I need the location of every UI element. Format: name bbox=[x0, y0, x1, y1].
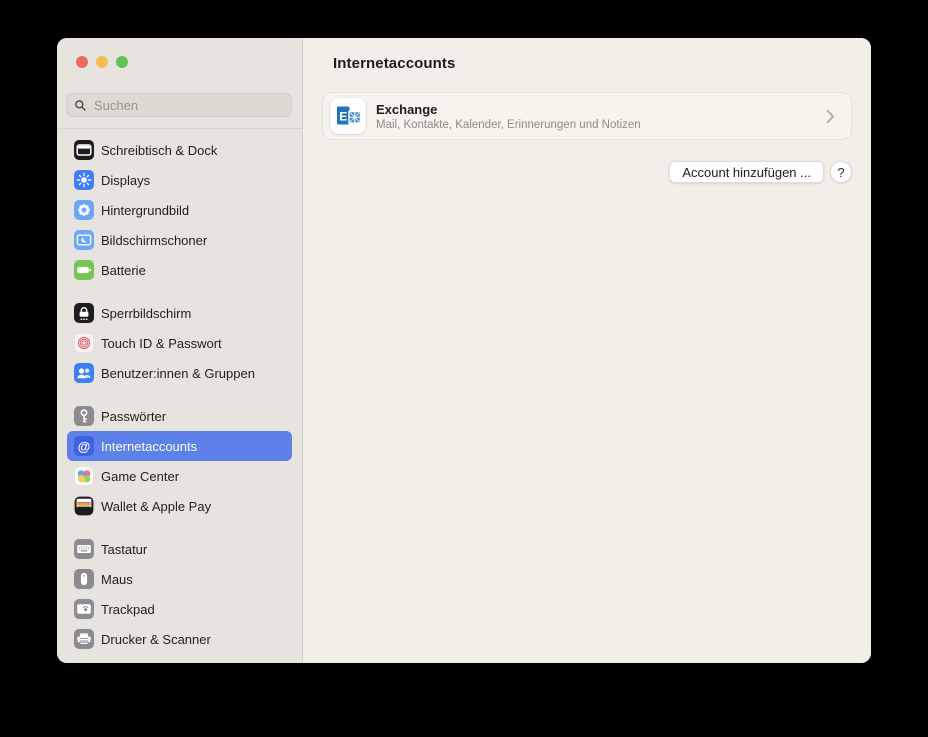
system-settings-window: Schreibtisch & Dock Displays Hintergrund… bbox=[57, 38, 871, 663]
wallet-icon bbox=[74, 496, 94, 516]
sidebar-item-bildschirmschoner[interactable]: Bildschirmschoner bbox=[67, 225, 292, 255]
page-title: Internetaccounts bbox=[333, 55, 456, 72]
account-row-exchange[interactable]: E Exchange Mail, Kontakte, Kalender, Eri… bbox=[322, 92, 852, 140]
account-name: Exchange bbox=[376, 101, 438, 117]
touch-id-icon bbox=[74, 333, 94, 353]
chevron-right-icon bbox=[826, 109, 835, 124]
account-text: Exchange Mail, Kontakte, Kalender, Erinn… bbox=[376, 102, 641, 131]
sidebar-item-label: Trackpad bbox=[101, 601, 155, 617]
printer-icon bbox=[74, 629, 94, 649]
at-glyph: @ bbox=[77, 438, 91, 454]
sidebar-item-label: Drucker & Scanner bbox=[101, 631, 211, 647]
sidebar-item-drucker-scanner[interactable]: Drucker & Scanner bbox=[67, 624, 292, 654]
sidebar-item-label: Bildschirmschoner bbox=[101, 232, 208, 248]
account-description: Mail, Kontakte, Kalender, Erinnerungen u… bbox=[376, 118, 641, 131]
sidebar-item-batterie[interactable]: Batterie bbox=[67, 255, 292, 285]
sidebar-item-label: Passwörter bbox=[101, 408, 167, 424]
sidebar-item-hintergrundbild[interactable]: Hintergrundbild bbox=[67, 195, 292, 225]
sidebar: Schreibtisch & Dock Displays Hintergrund… bbox=[57, 38, 303, 663]
sidebar-item-label: Wallet & Apple Pay bbox=[101, 498, 212, 514]
sidebar-item-label: Game Center bbox=[101, 468, 180, 484]
mouse-icon bbox=[74, 569, 94, 589]
sidebar-item-label: Internetaccounts bbox=[101, 438, 198, 454]
add-account-button[interactable]: Account hinzufügen ... bbox=[669, 161, 824, 183]
sidebar-item-label: Benutzer:innen & Gruppen bbox=[101, 365, 255, 381]
search-field[interactable] bbox=[66, 93, 292, 117]
sidebar-item-label: Displays bbox=[101, 172, 151, 188]
search-icon bbox=[75, 99, 86, 111]
keyboard-icon bbox=[74, 539, 94, 559]
exchange-logo-icon: E bbox=[330, 98, 366, 134]
zoom-button[interactable] bbox=[116, 56, 128, 68]
screensaver-icon bbox=[74, 230, 94, 250]
sidebar-item-tastatur[interactable]: Tastatur bbox=[67, 534, 292, 564]
game-center-icon bbox=[74, 466, 94, 486]
lock-screen-icon bbox=[74, 303, 94, 323]
sidebar-nav: Schreibtisch & Dock Displays Hintergrund… bbox=[57, 135, 302, 654]
close-button[interactable] bbox=[76, 56, 88, 68]
passwords-key-icon bbox=[74, 406, 94, 426]
battery-icon bbox=[74, 260, 94, 280]
sidebar-item-internetaccounts[interactable]: @ Internetaccounts bbox=[67, 431, 292, 461]
sidebar-divider bbox=[57, 128, 302, 129]
sidebar-item-sperrbildschirm[interactable]: Sperrbildschirm bbox=[67, 298, 292, 328]
minimize-button[interactable] bbox=[96, 56, 108, 68]
sidebar-item-label: Touch ID & Passwort bbox=[101, 335, 222, 351]
internet-accounts-at-icon: @ bbox=[74, 436, 94, 456]
search-input[interactable] bbox=[92, 96, 284, 114]
sidebar-item-label: Tastatur bbox=[101, 541, 148, 557]
sidebar-item-passwoerter[interactable]: Passwörter bbox=[67, 401, 292, 431]
sidebar-item-displays[interactable]: Displays bbox=[67, 165, 292, 195]
svg-text:E: E bbox=[339, 110, 347, 124]
sidebar-item-wallet-apple-pay[interactable]: Wallet & Apple Pay bbox=[67, 491, 292, 521]
users-groups-icon bbox=[74, 363, 94, 383]
trackpad-icon bbox=[74, 599, 94, 619]
desktop-dock-icon bbox=[74, 140, 94, 160]
displays-icon bbox=[74, 170, 94, 190]
sidebar-item-label: Batterie bbox=[101, 262, 146, 278]
sidebar-item-label: Maus bbox=[101, 571, 133, 587]
sidebar-item-trackpad[interactable]: Trackpad bbox=[67, 594, 292, 624]
sidebar-item-label: Hintergrundbild bbox=[101, 202, 190, 218]
window-controls bbox=[76, 56, 128, 68]
sidebar-item-touch-id[interactable]: Touch ID & Passwort bbox=[67, 328, 292, 358]
sidebar-item-schreibtisch-dock[interactable]: Schreibtisch & Dock bbox=[67, 135, 292, 165]
main-panel: Internetaccounts E Exchange Mail, Kontak… bbox=[303, 38, 871, 663]
wallpaper-icon bbox=[74, 200, 94, 220]
sidebar-item-benutzer-gruppen[interactable]: Benutzer:innen & Gruppen bbox=[67, 358, 292, 388]
sidebar-item-label: Sperrbildschirm bbox=[101, 305, 192, 321]
sidebar-item-label: Schreibtisch & Dock bbox=[101, 142, 218, 158]
help-button[interactable]: ? bbox=[830, 161, 852, 183]
sidebar-item-maus[interactable]: Maus bbox=[67, 564, 292, 594]
desktop-background: Schreibtisch & Dock Displays Hintergrund… bbox=[0, 0, 928, 737]
sidebar-item-game-center[interactable]: Game Center bbox=[67, 461, 292, 491]
actions-row: Account hinzufügen ... ? bbox=[669, 161, 852, 183]
